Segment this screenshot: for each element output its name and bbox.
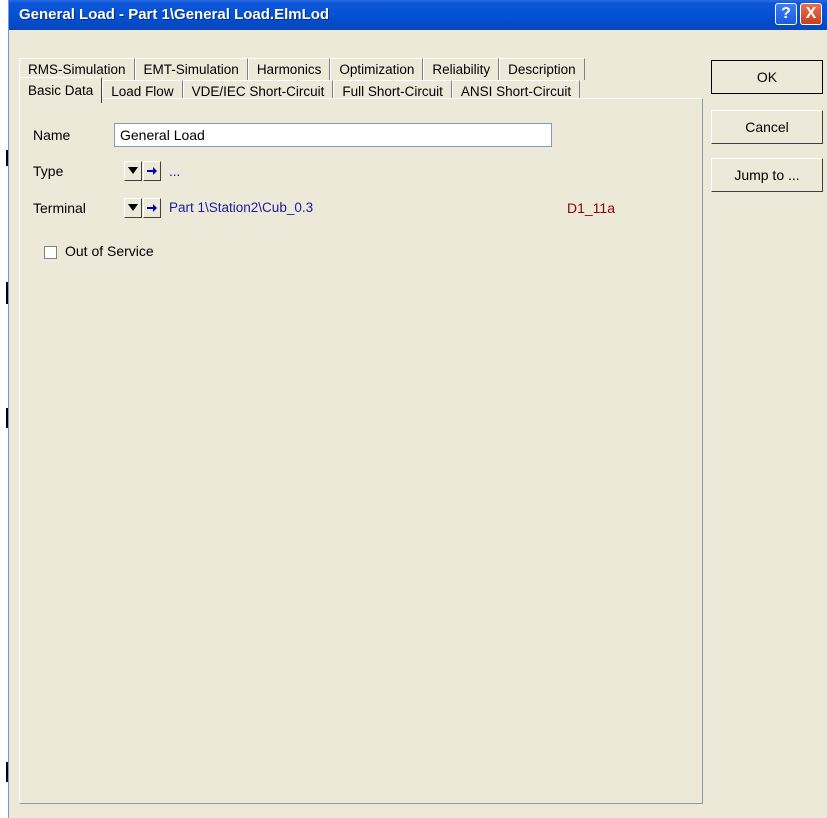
- jump-to-button[interactable]: Jump to ...: [711, 158, 823, 192]
- ok-button[interactable]: OK: [711, 60, 823, 94]
- type-jump-button[interactable]: [143, 161, 161, 181]
- close-button[interactable]: X: [800, 3, 822, 25]
- arrow-right-icon: [147, 167, 157, 175]
- tab-reliability[interactable]: Reliability: [423, 58, 500, 80]
- tab-harmonics[interactable]: Harmonics: [247, 58, 331, 80]
- terminal-value[interactable]: Part 1\Station2\Cub_0.3: [169, 200, 313, 215]
- terminal-code: D1_11a: [567, 200, 616, 216]
- type-select-button[interactable]: [124, 161, 142, 181]
- name-input[interactable]: [114, 123, 552, 147]
- dialog-window: General Load - Part 1\General Load.ElmLo…: [8, 0, 827, 818]
- name-label: Name: [33, 127, 71, 143]
- triangle-down-icon: [128, 204, 138, 211]
- help-button[interactable]: ?: [775, 3, 797, 25]
- arrow-right-icon: [147, 204, 157, 212]
- type-label: Type: [33, 163, 64, 179]
- window-title: General Load - Part 1\General Load.ElmLo…: [19, 6, 330, 23]
- triangle-down-icon: [128, 167, 138, 174]
- terminal-label: Terminal: [33, 200, 86, 216]
- cancel-button[interactable]: Cancel: [711, 110, 823, 144]
- tab-basic-data[interactable]: Basic Data: [19, 77, 103, 103]
- terminal-select-button[interactable]: [124, 198, 142, 218]
- terminal-jump-button[interactable]: [143, 198, 161, 218]
- tab-emt-simulation[interactable]: EMT-Simulation: [134, 58, 248, 80]
- tab-optimization[interactable]: Optimization: [330, 58, 424, 80]
- out-of-service-label[interactable]: Out of Service: [65, 243, 154, 259]
- tab-row-top: RMS-Simulation EMT-Simulation Harmonics …: [19, 58, 585, 80]
- title-bar[interactable]: General Load - Part 1\General Load.ElmLo…: [9, 0, 827, 30]
- out-of-service-checkbox[interactable]: [44, 246, 57, 259]
- type-value[interactable]: ...: [169, 164, 180, 179]
- tab-description[interactable]: Description: [499, 58, 585, 80]
